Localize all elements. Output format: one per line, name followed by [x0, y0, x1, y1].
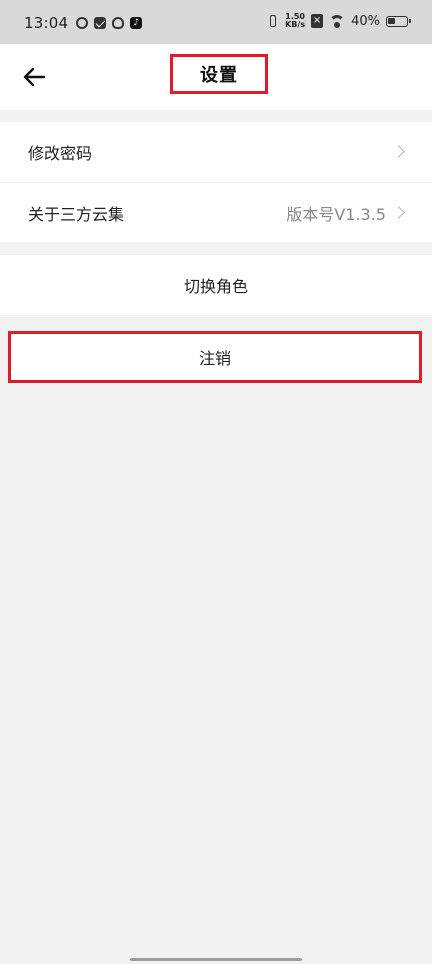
- settings-group: 修改密码 关于三方云集 版本号V1.3.5: [0, 122, 432, 242]
- settings-item-change-password[interactable]: 修改密码: [0, 122, 432, 182]
- page-title: 设置: [200, 65, 238, 86]
- chevron-right-icon: [394, 145, 404, 159]
- status-time: 13:04: [24, 14, 69, 32]
- wifi-icon: [329, 15, 346, 28]
- logout-button[interactable]: 注销: [8, 331, 422, 383]
- settings-item-right: 版本号V1.3.5: [286, 201, 404, 225]
- home-indicator[interactable]: [130, 958, 302, 961]
- cat-icon: [112, 17, 125, 29]
- battery-percent: 40%: [351, 13, 380, 29]
- switch-role-button[interactable]: 切换角色: [0, 255, 432, 315]
- settings-item-label: 关于三方云集: [28, 204, 125, 224]
- mail-icon: [94, 17, 107, 29]
- version-value: 版本号V1.3.5: [286, 204, 386, 224]
- logout-label: 注销: [198, 349, 231, 368]
- switch-role-label: 切换角色: [183, 277, 248, 296]
- settings-item-right: [394, 145, 404, 159]
- loop-icon: [76, 17, 89, 29]
- status-bar: 13:04 ♪ 1.50 KB/s × 40%: [0, 0, 432, 44]
- status-right: 1.50 KB/s × 40%: [267, 13, 411, 29]
- arrow-left-icon: [23, 67, 46, 87]
- chevron-right-icon: [394, 206, 404, 220]
- tiktok-icon: ♪: [130, 17, 143, 29]
- back-button[interactable]: [20, 62, 50, 92]
- settings-item-about[interactable]: 关于三方云集 版本号V1.3.5: [0, 182, 432, 242]
- close-box-icon: ×: [311, 14, 324, 28]
- status-left: 13:04 ♪: [24, 14, 143, 32]
- header: 设置: [0, 44, 432, 110]
- page-title-box: 设置: [170, 54, 268, 94]
- network-speed: 1.50 KB/s: [285, 13, 305, 29]
- vibrate-icon: [267, 14, 279, 28]
- battery-fill: [388, 17, 395, 24]
- battery-icon: [386, 15, 411, 27]
- network-speed-unit: KB/s: [285, 20, 306, 29]
- settings-item-label: 修改密码: [28, 144, 93, 163]
